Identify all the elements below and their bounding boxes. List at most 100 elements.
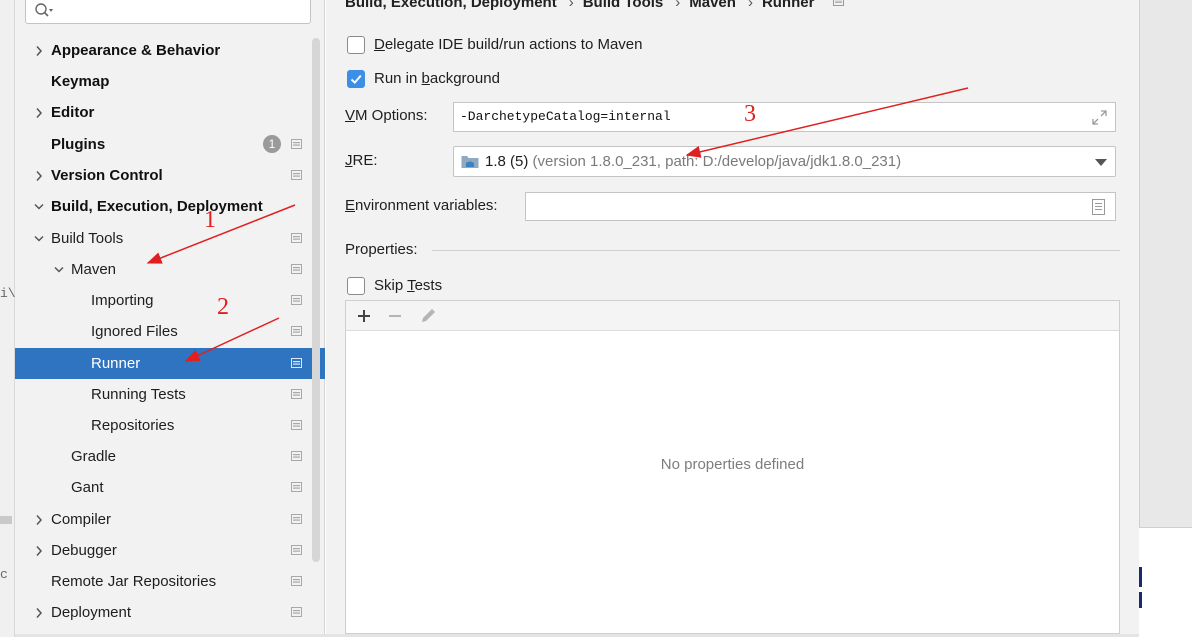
vm-options-value[interactable]: -DarchetypeCatalog=internal	[460, 109, 671, 124]
tree-item-label: Running Tests	[91, 386, 186, 403]
background-window-right	[1139, 0, 1192, 527]
env-variables-field[interactable]	[525, 192, 1116, 221]
tree-item-remote-jar-repositories[interactable]: Remote Jar Repositories	[15, 566, 325, 597]
project-settings-icon	[291, 482, 302, 492]
tree-item-maven[interactable]: Maven	[15, 254, 325, 285]
tree-item-label: Remote Jar Repositories	[51, 573, 217, 590]
chevron-right-icon[interactable]	[33, 160, 47, 191]
tree-item-keymap[interactable]: Keymap	[15, 66, 325, 97]
tree-item-appearance-behavior[interactable]: Appearance & Behavior	[15, 35, 325, 66]
tree-item-compiler[interactable]: Compiler	[15, 504, 325, 535]
project-settings-icon	[291, 358, 302, 368]
properties-toolbar	[346, 301, 1119, 331]
tree-item-version-control[interactable]: Version Control	[15, 160, 325, 191]
tree-item-importing[interactable]: Importing	[15, 285, 325, 316]
tree-item-plugins[interactable]: Plugins 1	[15, 129, 325, 160]
remove-icon[interactable]	[384, 306, 406, 326]
breadcrumb-item: Runner	[761, 0, 815, 11]
expand-icon[interactable]	[1092, 110, 1107, 125]
annotation-number: 3	[744, 101, 756, 127]
search-icon[interactable]	[34, 1, 54, 19]
chevron-down-icon[interactable]	[53, 254, 67, 285]
project-settings-icon	[291, 420, 302, 430]
tree-item-editor[interactable]: Editor	[15, 97, 325, 128]
project-settings-icon	[291, 607, 302, 617]
tree-item-label: Appearance & Behavior	[51, 42, 221, 59]
project-settings-icon	[291, 326, 302, 336]
tree-item-label: Version Control	[51, 167, 163, 184]
settings-tree-panel: Appearance & Behavior Keymap Editor Plugins…	[15, 0, 325, 634]
add-icon[interactable]	[353, 306, 375, 326]
edit-icon[interactable]	[417, 306, 439, 326]
document-icon[interactable]	[1092, 199, 1105, 215]
chevron-right-icon[interactable]	[33, 504, 47, 535]
update-count-badge: 1	[263, 135, 281, 153]
tree-item-label: Build Tools	[51, 230, 124, 247]
project-settings-icon	[291, 451, 302, 461]
breadcrumb-separator-icon: ›	[675, 0, 681, 11]
project-settings-icon	[291, 139, 302, 149]
settings-search-field[interactable]	[25, 0, 311, 24]
project-settings-icon	[291, 545, 302, 555]
tree-item-build-tools[interactable]: Build Tools	[15, 223, 325, 254]
breadcrumb: Build, Execution, Deployment › Build Tools…	[345, 0, 844, 11]
tree-item-label: Keymap	[51, 73, 110, 90]
tree-item-label: Debugger	[51, 542, 117, 559]
breadcrumb-item[interactable]: Build Tools	[583, 0, 664, 11]
breadcrumb-separator-icon: ›	[747, 0, 753, 11]
project-settings-icon	[291, 295, 302, 305]
tree-item-gant[interactable]: Gant	[15, 472, 325, 503]
skip-tests-label[interactable]: Skip Tests	[374, 275, 442, 297]
skip-tests-checkbox[interactable]	[347, 277, 365, 295]
project-settings-icon	[291, 514, 302, 524]
tree-item-label: Gradle	[71, 448, 117, 465]
jdk-folder-icon	[461, 156, 479, 168]
chevron-down-icon[interactable]	[33, 191, 47, 222]
properties-section-title: Properties:	[345, 241, 418, 258]
properties-table: No properties defined	[345, 300, 1120, 634]
annotation-number: 2	[217, 294, 229, 320]
env-variables-label: Environment variables:	[345, 197, 498, 214]
breadcrumb-item[interactable]: Maven	[689, 0, 736, 11]
tree-item-build-execution-deployment[interactable]: Build, Execution, Deployment	[15, 191, 325, 222]
run-in-background-label[interactable]: Run in background	[374, 68, 500, 90]
section-divider	[432, 250, 1120, 251]
tree-item-ignored-files[interactable]: Ignored Files	[15, 316, 325, 347]
project-settings-icon	[291, 576, 302, 586]
tree-item-label: Maven	[71, 261, 117, 278]
chevron-right-icon[interactable]	[33, 35, 47, 66]
jre-dropdown[interactable]: 1.8 (5) (version 1.8.0_231, path: D:/dev…	[453, 146, 1116, 177]
tree-item-running-tests[interactable]: Running Tests	[15, 379, 325, 410]
delegate-build-label[interactable]: Delegate IDE build/run actions to Maven	[374, 34, 643, 56]
chevron-down-icon[interactable]	[1095, 159, 1107, 167]
tree-item-label: Runner	[91, 355, 141, 372]
tree-item-label: Build, Execution, Deployment	[51, 198, 263, 215]
chevron-down-icon[interactable]	[33, 223, 47, 254]
tree-item-repositories[interactable]: Repositories	[15, 410, 325, 441]
chevron-right-icon[interactable]	[33, 597, 47, 628]
jre-selected-value: 1.8 (5) (version 1.8.0_231, path: D:/dev…	[485, 153, 902, 170]
project-settings-icon	[291, 170, 302, 180]
tree-item-runner[interactable]: Runner	[15, 348, 325, 379]
project-settings-icon	[832, 0, 844, 6]
tree-item-label: Editor	[51, 104, 95, 121]
delegate-build-checkbox[interactable]	[347, 36, 365, 54]
tree-item-label: Deployment	[51, 604, 132, 621]
project-settings-icon	[291, 389, 302, 399]
chevron-right-icon[interactable]	[33, 535, 47, 566]
checkmark-icon	[350, 74, 362, 85]
tree-item-label: Plugins	[51, 136, 106, 153]
chevron-right-icon[interactable]	[33, 97, 47, 128]
tree-scrollbar[interactable]	[312, 38, 320, 562]
vm-options-field[interactable]: -DarchetypeCatalog=internal	[453, 102, 1116, 132]
project-settings-icon	[291, 233, 302, 243]
run-in-background-checkbox[interactable]	[347, 70, 365, 88]
tree-item-gradle[interactable]: Gradle	[15, 441, 325, 472]
tree-item-debugger[interactable]: Debugger	[15, 535, 325, 566]
breadcrumb-item[interactable]: Build, Execution, Deployment	[345, 0, 557, 11]
background-scroll-strip	[0, 516, 12, 524]
tree-item-label: Ignored Files	[91, 323, 178, 340]
runner-settings-panel: Build, Execution, Deployment › Build Tools…	[326, 0, 1139, 634]
search-input[interactable]	[60, 0, 300, 19]
tree-item-deployment[interactable]: Deployment	[15, 597, 325, 628]
